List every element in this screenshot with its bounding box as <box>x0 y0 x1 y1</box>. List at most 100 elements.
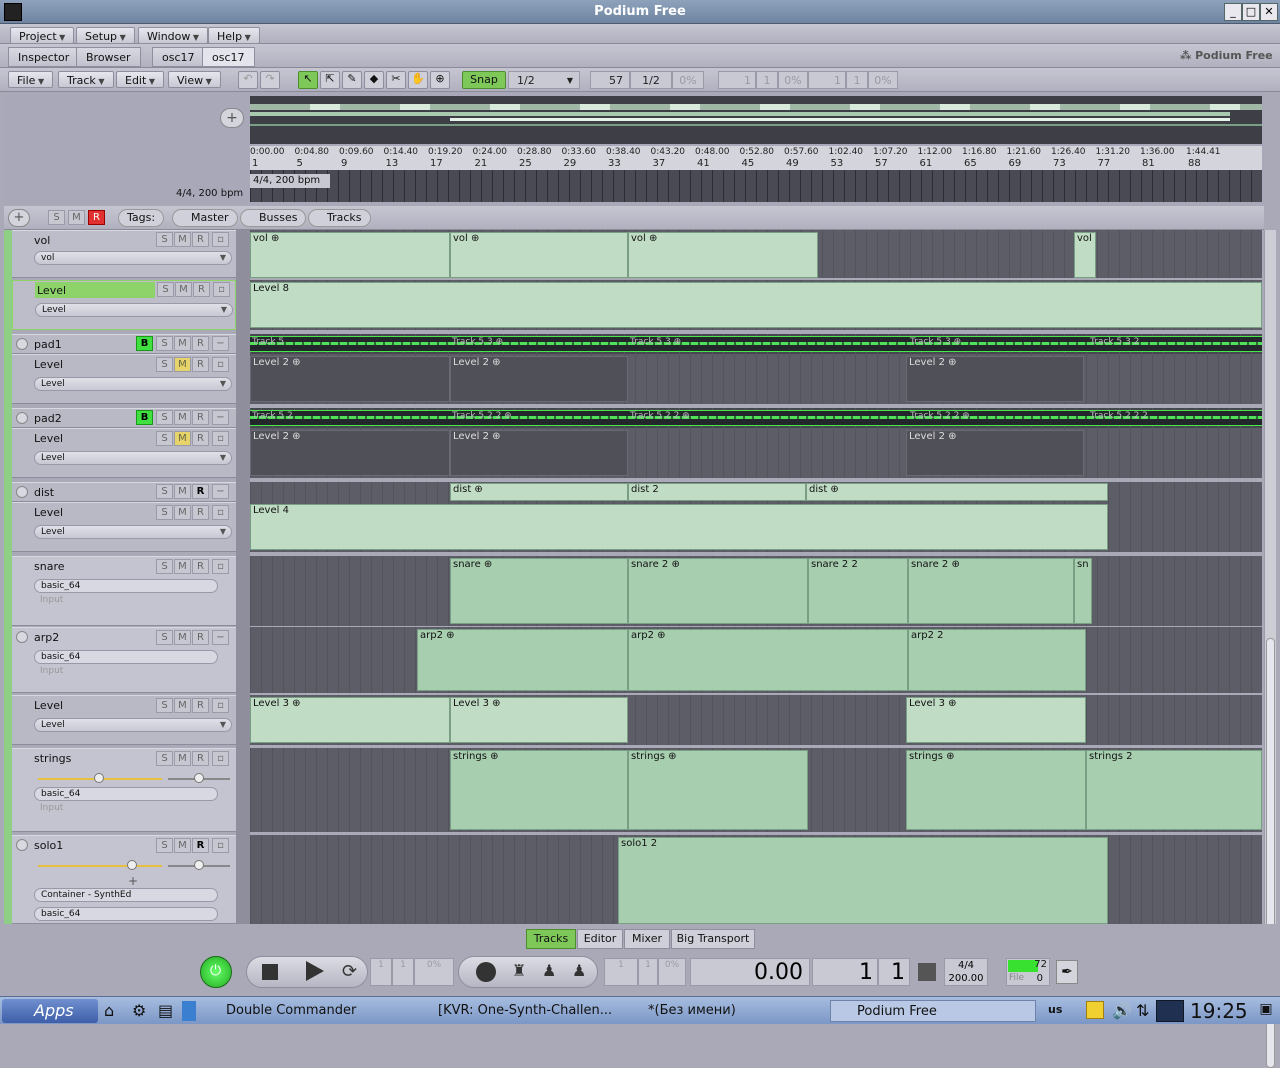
solo-button[interactable]: S <box>157 282 174 297</box>
clip-level-2a[interactable]: Level 2 ⊕ <box>250 356 450 402</box>
lane-button[interactable]: ▫ <box>212 357 229 372</box>
lane-strings[interactable]: strings ⊕ strings ⊕ strings ⊕ strings 2 <box>250 748 1262 832</box>
home-icon[interactable]: ⌂ <box>104 1001 114 1020</box>
record-button[interactable]: R <box>192 357 209 372</box>
clip-strings-1[interactable]: strings ⊕ <box>450 750 628 830</box>
lane-pad1[interactable]: Track 5 Track 5 3 ⊕ Track 5 3 ⊕ Track 5 … <box>250 334 1262 354</box>
tag-tracks[interactable]: Tracks <box>308 209 371 227</box>
task-kvr-browser[interactable]: [KVR: One-Synth-Challen... <box>412 1000 618 1022</box>
mute-button[interactable]: M <box>174 698 191 713</box>
lane-arp2[interactable]: arp2 ⊕ arp2 ⊕ arp2 2 <box>250 627 1262 693</box>
collapse-button[interactable]: − <box>212 336 229 351</box>
snap-value-select[interactable]: 1/2 ▼ <box>508 71 580 89</box>
track-header-solo1[interactable]: solo1 S M R ▫ + Container - SynthEd basi… <box>12 835 236 924</box>
apps-button[interactable]: Apps <box>2 999 98 1023</box>
menu-view[interactable]: View <box>168 71 221 88</box>
lane-button[interactable]: ▫ <box>212 431 229 446</box>
collapse-button[interactable]: − <box>212 484 229 499</box>
solo-button[interactable]: S <box>156 838 173 853</box>
clip-vol-1[interactable]: vol ⊕ <box>250 232 450 278</box>
record-button[interactable]: R <box>192 838 209 853</box>
param-select[interactable]: Level <box>34 451 232 465</box>
mute-button[interactable]: M <box>174 559 191 574</box>
clip-level-8[interactable]: Level 8 <box>250 282 1262 328</box>
position-field[interactable]: 57 <box>590 71 630 89</box>
lane-level-top[interactable]: Level 8 <box>250 280 1262 330</box>
track-header-arp2[interactable]: arp2 S M R − basic_64 Input <box>12 627 236 693</box>
timeline-ruler[interactable]: 4/4, 200 bpm 0:00.00 1 0:04.80 5 0:09.60 9 0:1… <box>250 146 1262 202</box>
clip-arp2-3[interactable]: arp2 2 <box>908 629 1086 691</box>
lane-vol[interactable]: vol ⊕ vol ⊕ vol ⊕ vol 2 <box>250 230 1262 278</box>
clip-level-2c[interactable]: Level 2 ⊕ <box>906 356 1084 402</box>
tab-osc17-a[interactable]: osc17 <box>152 47 205 67</box>
clip-arp2-2[interactable]: arp2 ⊕ <box>628 629 908 691</box>
lane-button[interactable]: ▫ <box>212 751 229 766</box>
desktop-icon[interactable] <box>182 1001 196 1021</box>
power-icon[interactable] <box>16 486 28 498</box>
tab-big-transport[interactable]: Big Transport <box>671 929 755 949</box>
menu-help[interactable]: Help <box>208 27 260 44</box>
bus-button[interactable]: B <box>136 410 153 425</box>
solo-button[interactable]: S <box>156 431 173 446</box>
clip-level-2b[interactable]: Level 2 ⊕ <box>450 430 628 476</box>
logout-icon[interactable]: ▣ <box>1256 1001 1276 1021</box>
cut-tool-icon[interactable]: ✂ <box>386 71 406 89</box>
mute-button[interactable]: M <box>174 484 191 499</box>
power-icon[interactable] <box>16 338 28 350</box>
input-select[interactable]: Input <box>34 803 218 817</box>
menu-file[interactable]: File <box>8 71 54 88</box>
solo-button[interactable]: S <box>156 630 173 645</box>
mute-all-button[interactable]: M <box>68 210 85 225</box>
minimize-button[interactable]: _ <box>1224 3 1242 21</box>
tag-busses[interactable]: Busses <box>240 209 307 227</box>
param-select[interactable]: Level <box>34 525 232 539</box>
files-icon[interactable]: ▤ <box>158 1001 173 1020</box>
param-select[interactable]: Level <box>35 303 233 317</box>
pen-icon[interactable]: ✒ <box>1056 960 1078 984</box>
mute-button[interactable]: M <box>174 630 191 645</box>
tempo-display[interactable]: 4/4 200.00 <box>944 958 988 986</box>
clip-level-4[interactable]: Level 4 <box>250 504 1108 550</box>
clip-snare-2[interactable]: snare 2 ⊕ <box>628 558 808 624</box>
tab-osc17-b[interactable]: osc17 <box>202 47 255 67</box>
track-header-pad2-level[interactable]: Level S M R ▫ Level <box>12 428 236 478</box>
tab-inspector[interactable]: Inspector <box>8 47 80 67</box>
add-plugin-icon[interactable]: + <box>128 874 138 888</box>
solo-button[interactable]: S <box>156 559 173 574</box>
lane-pad2-level[interactable]: Level 2 ⊕ Level 2 ⊕ Level 2 ⊕ <box>250 428 1262 478</box>
bus-button[interactable]: B <box>136 336 153 351</box>
menu-window[interactable]: Window <box>138 27 209 44</box>
collapse-button[interactable]: − <box>212 630 229 645</box>
clip-level-3a[interactable]: Level 3 ⊕ <box>250 697 450 743</box>
redo-icon[interactable]: ↷ <box>260 71 280 89</box>
solo-all-button[interactable]: S <box>48 210 65 225</box>
stop-icon[interactable] <box>262 964 278 980</box>
clip-level-2a[interactable]: Level 2 ⊕ <box>250 430 450 476</box>
solo-button[interactable]: S <box>156 232 173 247</box>
keyboard-layout[interactable]: us <box>1048 1003 1062 1016</box>
snap-toggle[interactable]: Snap <box>462 71 506 89</box>
power-icon[interactable] <box>16 412 28 424</box>
lane-button[interactable]: ▫ <box>212 838 229 853</box>
record-icon[interactable] <box>476 962 496 982</box>
beat-display[interactable]: 1 <box>878 958 910 986</box>
solo-button[interactable]: S <box>156 698 173 713</box>
eraser-tool-icon[interactable]: ◆ <box>364 71 384 89</box>
menu-track[interactable]: Track <box>58 71 114 88</box>
pan-knob[interactable] <box>194 773 204 783</box>
division-field[interactable]: 1/2 <box>630 71 672 89</box>
swing-field[interactable]: 0% <box>672 71 704 89</box>
record-button[interactable]: R <box>192 410 209 425</box>
lane-button[interactable]: ▫ <box>212 698 229 713</box>
plugin-slot-container[interactable]: Container - SynthEd <box>34 888 218 902</box>
task-untitled[interactable]: *(Без имени) <box>622 1000 822 1022</box>
clip-snare-1[interactable]: snare ⊕ <box>450 558 628 624</box>
clip-strings-4[interactable]: strings 2 <box>1086 750 1262 830</box>
mute-button[interactable]: M <box>174 357 191 372</box>
lane-button[interactable]: ▫ <box>212 505 229 520</box>
volume-knob[interactable] <box>94 773 104 783</box>
tab-mixer[interactable]: Mixer <box>624 929 670 949</box>
param-select[interactable]: vol <box>34 251 232 265</box>
clip-dist-3[interactable]: dist ⊕ <box>806 483 1108 501</box>
lane-dist-level[interactable]: Level 4 <box>250 502 1262 552</box>
